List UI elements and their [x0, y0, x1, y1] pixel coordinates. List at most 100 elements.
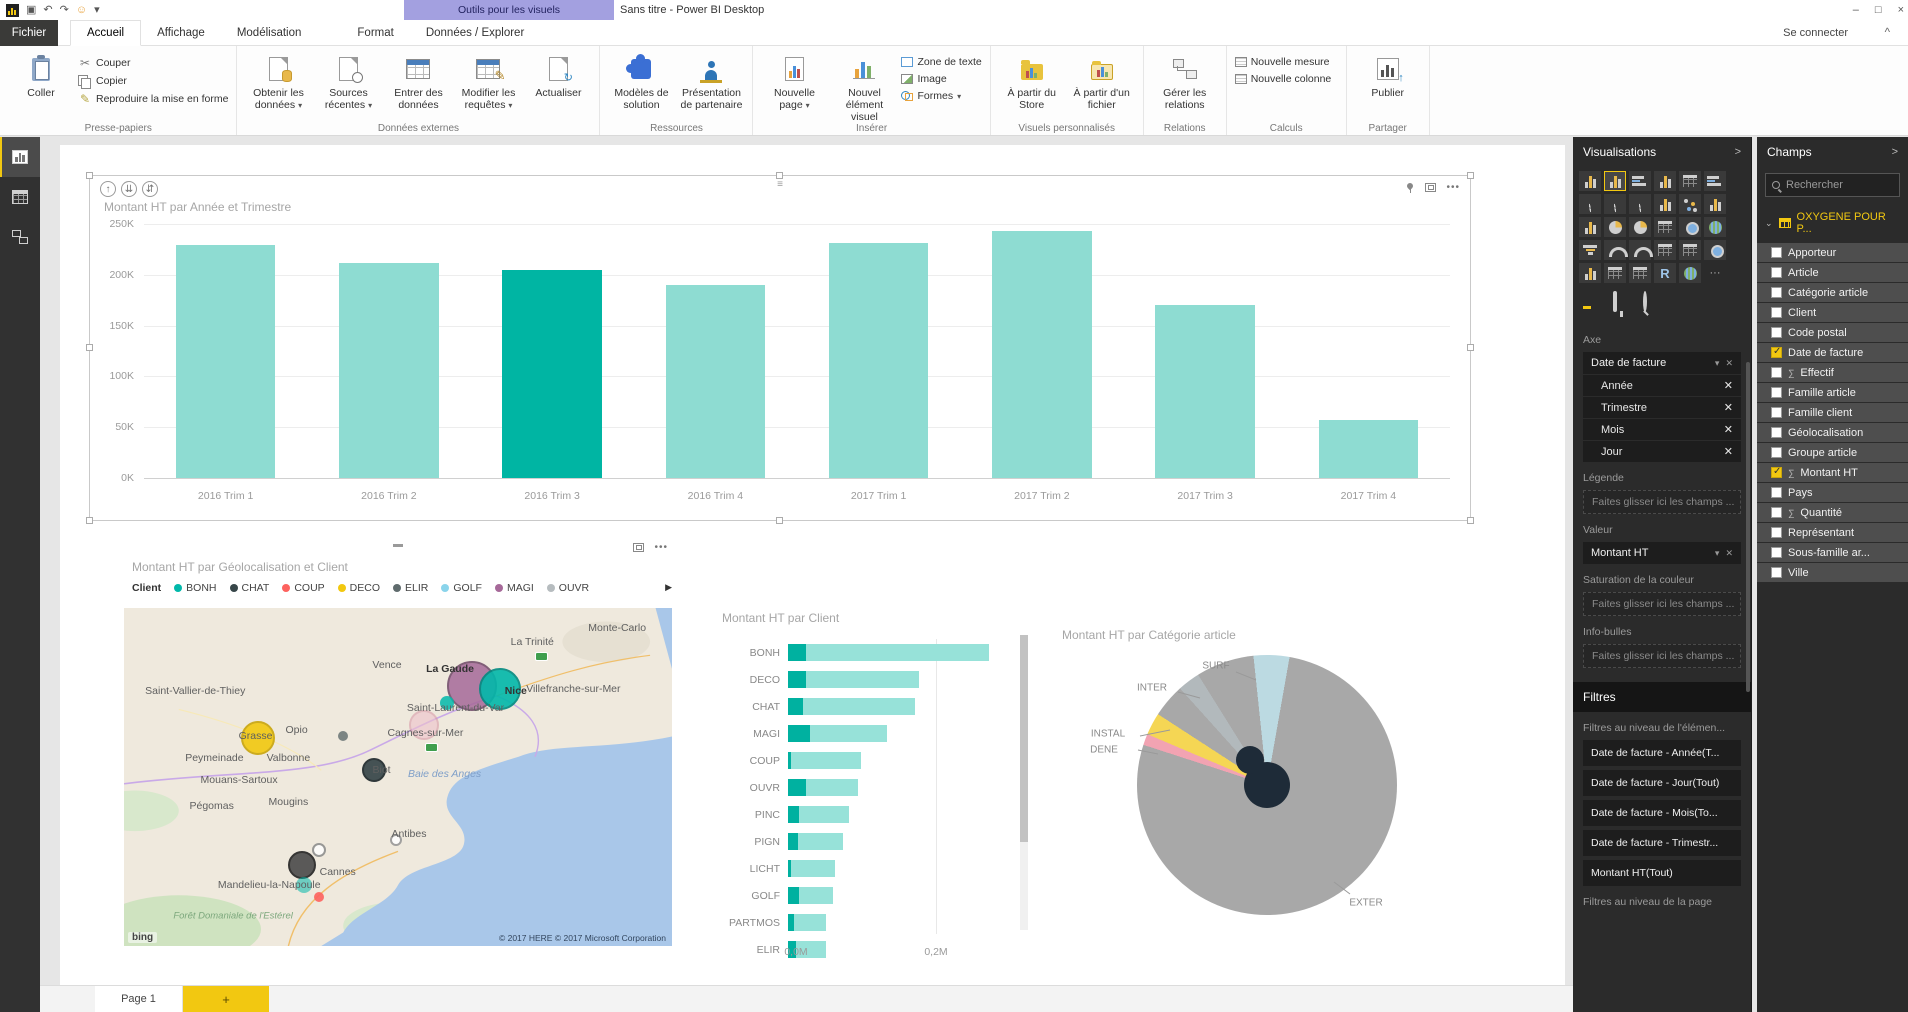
map-visual[interactable]: ▬ ••• Montant HT par Géolocalisation et …: [118, 536, 678, 970]
modifier-requetes-button[interactable]: Modifier les requêtes ▾: [455, 50, 521, 111]
focus-mode-icon[interactable]: [1425, 183, 1436, 192]
add-page-button[interactable]: +: [183, 986, 269, 1012]
column-chart-visual[interactable]: ↑ ⇊ ⇵ ≡ ••• Montant HT par Année et Trim…: [90, 176, 1470, 520]
field-checkbox[interactable]: [1771, 467, 1782, 478]
report-page[interactable]: ↑ ⇊ ⇵ ≡ ••• Montant HT par Année et Trim…: [60, 145, 1565, 985]
report-canvas[interactable]: ↑ ⇊ ⇵ ≡ ••• Montant HT par Année et Trim…: [40, 137, 1573, 985]
visual-type-icon[interactable]: [1604, 240, 1626, 260]
resize-handle[interactable]: [1467, 517, 1474, 524]
map-bubble[interactable]: [312, 843, 326, 857]
visual-type-icon[interactable]: [1629, 194, 1651, 214]
bar-row[interactable]: PIGN: [716, 828, 1012, 855]
feedback-smiley-icon[interactable]: ☺: [76, 4, 87, 16]
field-subpill[interactable]: Trimestre✕: [1583, 397, 1741, 418]
visual-type-icon[interactable]: [1604, 194, 1626, 214]
visual-type-icon[interactable]: [1704, 217, 1726, 237]
visual-type-icon[interactable]: [1704, 194, 1726, 214]
field-checkbox[interactable]: [1771, 327, 1782, 338]
more-options-icon[interactable]: •••: [1446, 182, 1460, 193]
field-row[interactable]: ∑ Quantité: [1757, 503, 1908, 522]
more-options-icon[interactable]: •••: [654, 542, 668, 553]
bar-row[interactable]: PINC: [716, 801, 1012, 828]
bar-row[interactable]: BONH: [716, 639, 1012, 666]
legend-item[interactable]: GOLF: [441, 582, 482, 594]
field-subpill[interactable]: Mois✕: [1583, 419, 1741, 440]
zone-texte-button[interactable]: Zone de texte: [901, 56, 981, 68]
field-row[interactable]: ∑ Famille article: [1757, 383, 1908, 402]
filter-pill[interactable]: Date de facture - Mois(To...: [1583, 800, 1741, 826]
sources-recentes-button[interactable]: Sources récentes ▾: [315, 50, 381, 111]
pill-close-icon[interactable]: ✕: [1724, 423, 1733, 436]
field-checkbox[interactable]: [1771, 547, 1782, 558]
scrollbar-thumb[interactable]: [1020, 635, 1028, 842]
publier-button[interactable]: Publier: [1355, 50, 1421, 99]
pie-chart-visual[interactable]: Montant HT par Catégorie article SURFINT…: [1048, 620, 1450, 960]
field-checkbox[interactable]: [1771, 527, 1782, 538]
field-row[interactable]: ∑ Code postal: [1757, 323, 1908, 342]
field-checkbox[interactable]: [1771, 347, 1782, 358]
minimize-button[interactable]: –: [1853, 4, 1859, 16]
field-row[interactable]: ∑ Représentant: [1757, 523, 1908, 542]
field-row[interactable]: ∑ Catégorie article: [1757, 283, 1908, 302]
tab-format[interactable]: [1613, 293, 1617, 318]
resize-handle[interactable]: [86, 344, 93, 351]
modeles-solution-button[interactable]: Modèles de solution: [608, 50, 674, 111]
undo-icon[interactable]: ↶: [43, 4, 52, 16]
expander-icon[interactable]: ⌄: [1765, 218, 1773, 229]
bar-chart-visual[interactable]: Montant HT par Client BONHDECOCHATMAGICO…: [708, 603, 1040, 970]
field-row[interactable]: ∑ Article: [1757, 263, 1908, 282]
visual-type-icon[interactable]: [1704, 240, 1726, 260]
map-bubble[interactable]: [338, 731, 348, 741]
search-input[interactable]: Rechercher: [1765, 173, 1900, 197]
column-bar[interactable]: [666, 285, 766, 478]
visual-type-icon[interactable]: [1604, 263, 1626, 283]
column-bar[interactable]: [829, 243, 929, 478]
field-checkbox[interactable]: [1771, 247, 1782, 258]
visual-type-icon[interactable]: [1604, 171, 1626, 191]
field-subpill[interactable]: Année✕: [1583, 375, 1741, 396]
panel-scrollbar[interactable]: [1746, 362, 1750, 692]
saturation-well-placeholder[interactable]: Faites glisser ici les champs ...: [1583, 592, 1741, 616]
nouvelle-colonne-button[interactable]: Nouvelle colonne: [1235, 73, 1332, 85]
visual-type-icon[interactable]: [1579, 240, 1601, 260]
field-row[interactable]: ∑ Date de facture: [1757, 343, 1908, 362]
column-bar[interactable]: [1155, 305, 1255, 478]
gerer-relations-button[interactable]: Gérer les relations: [1152, 50, 1218, 111]
field-checkbox[interactable]: [1771, 507, 1782, 518]
column-bar[interactable]: [339, 263, 439, 478]
tab-fichier[interactable]: Fichier: [0, 20, 58, 46]
legend-item[interactable]: OUVR: [547, 582, 589, 594]
visual-type-icon[interactable]: [1679, 217, 1701, 237]
visual-type-icon[interactable]: [1604, 217, 1626, 237]
visual-type-icon[interactable]: [1629, 263, 1651, 283]
legend-item[interactable]: CHAT: [230, 582, 270, 594]
map-bubble[interactable]: [288, 851, 316, 879]
couper-button[interactable]: ✂Couper: [78, 56, 228, 70]
visual-type-icon[interactable]: [1654, 171, 1676, 191]
entrer-donnees-button[interactable]: Entrer des données: [385, 50, 451, 111]
qat-caret-icon[interactable]: ▾: [94, 4, 100, 16]
visual-type-icon[interactable]: [1679, 240, 1701, 260]
resize-handle[interactable]: [86, 172, 93, 179]
field-checkbox[interactable]: [1771, 447, 1782, 458]
pill-close-icon[interactable]: ✕: [1724, 401, 1733, 414]
collapse-ribbon-icon[interactable]: ^: [1885, 20, 1890, 46]
filter-pill[interactable]: Date de facture - Jour(Tout): [1583, 770, 1741, 796]
visual-type-icon[interactable]: [1629, 171, 1651, 191]
nouvel-element-button[interactable]: Nouvel élément visuel: [831, 50, 897, 123]
visual-type-icon[interactable]: [1579, 194, 1601, 214]
resize-handle[interactable]: [1467, 172, 1474, 179]
bing-map[interactable]: Monte-CarloLa TrinitéVenceLa GaudeVillef…: [124, 608, 672, 946]
visual-type-icon[interactable]: [1654, 194, 1676, 214]
resize-handle[interactable]: [776, 172, 783, 179]
field-checkbox[interactable]: [1771, 267, 1782, 278]
focus-mode-icon[interactable]: [633, 543, 644, 552]
report-view-button[interactable]: [0, 137, 40, 177]
coller-button[interactable]: Coller: [8, 50, 74, 99]
pill-caret-icon[interactable]: ▾: [1715, 548, 1720, 559]
visual-type-icon[interactable]: [1679, 194, 1701, 214]
map-bubble[interactable]: [314, 892, 324, 902]
filter-pill[interactable]: Date de facture - Trimestr...: [1583, 830, 1741, 856]
field-row[interactable]: ∑ Client: [1757, 303, 1908, 322]
maximize-button[interactable]: □: [1875, 4, 1882, 16]
